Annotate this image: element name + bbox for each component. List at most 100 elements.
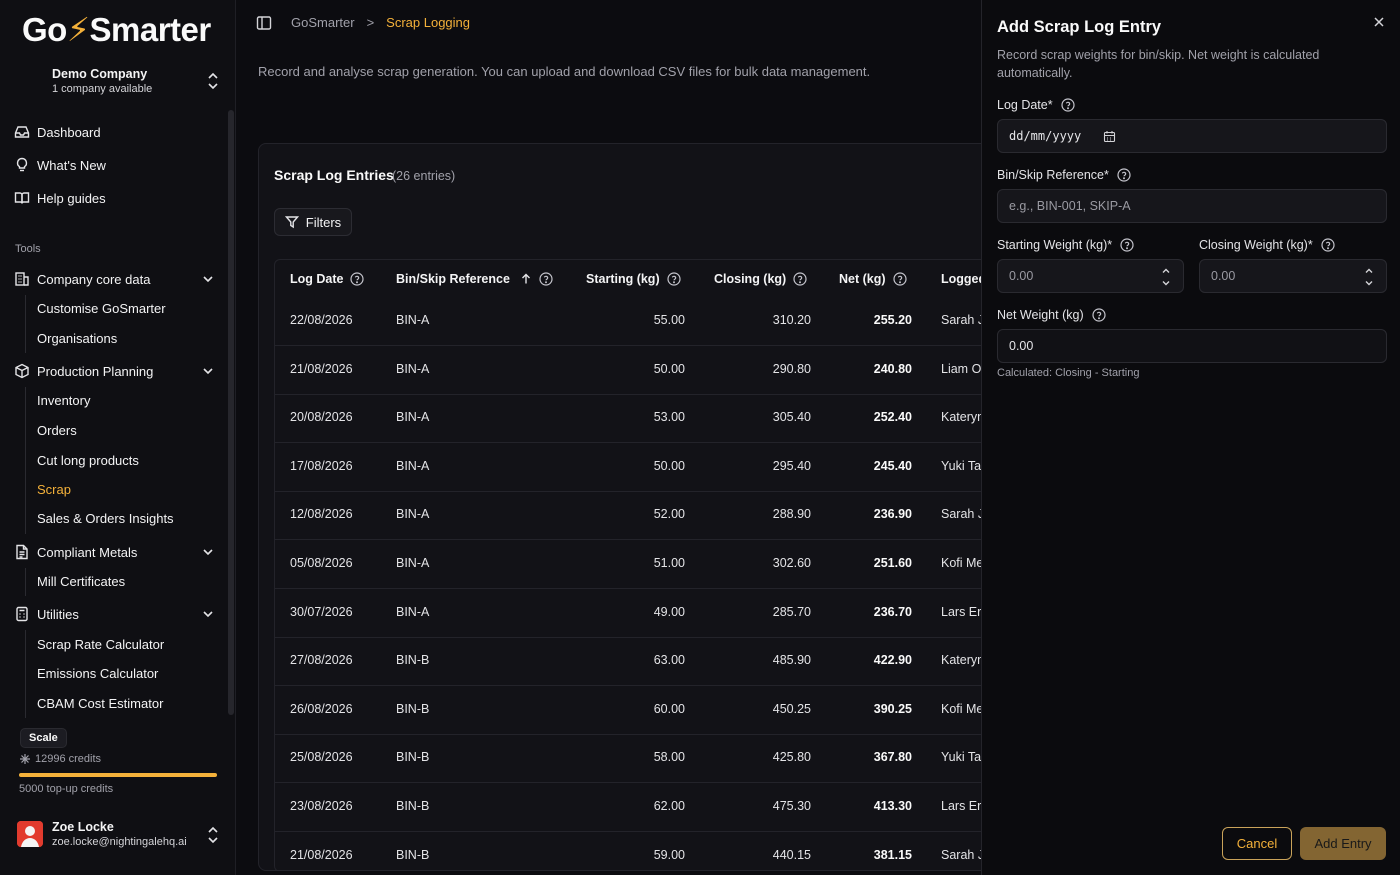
help-circle-icon[interactable] bbox=[539, 272, 553, 286]
column-header-closing[interactable]: Closing (kg) bbox=[714, 269, 807, 289]
cell-log-date: 22/08/2026 bbox=[290, 313, 353, 327]
close-icon[interactable] bbox=[1372, 15, 1386, 29]
table-row[interactable]: 22/08/2026 BIN-A 55.00 310.20 255.20 Sarah J bbox=[275, 297, 1017, 346]
table-row[interactable]: 20/08/2026 BIN-A 53.00 305.40 252.40 Kateryn bbox=[275, 394, 1017, 444]
add-entry-button[interactable]: Add Entry bbox=[1300, 827, 1386, 860]
nav-dashboard[interactable]: Dashboard bbox=[14, 118, 219, 146]
sidebar-toggle-icon[interactable] bbox=[256, 15, 272, 31]
nav-sales-orders-insights[interactable]: Sales & Orders Insights bbox=[37, 505, 174, 531]
nav-help-guides[interactable]: Help guides bbox=[14, 184, 219, 212]
nav-group-utilities[interactable]: Utilities bbox=[14, 600, 219, 628]
bin-ref-input[interactable]: e.g., BIN-001, SKIP-A bbox=[997, 189, 1387, 223]
add-scrap-log-panel: Add Scrap Log Entry Record scrap weights… bbox=[981, 0, 1400, 875]
cell-net: 252.40 bbox=[873, 410, 912, 425]
nav-cbam-cost-estimator[interactable]: CBAM Cost Estimator bbox=[37, 690, 163, 716]
nav-group-company-core-data[interactable]: Company core data bbox=[14, 265, 219, 293]
help-circle-icon[interactable] bbox=[1092, 308, 1106, 322]
cell-log-date: 20/08/2026 bbox=[290, 410, 353, 425]
table-row[interactable]: 25/08/2026 BIN-B 58.00 425.80 367.80 Yuki Ta bbox=[275, 734, 1017, 784]
table-row[interactable]: 21/08/2026 BIN-A 50.00 290.80 240.80 Liam O bbox=[275, 346, 1017, 395]
table-row[interactable]: 12/08/2026 BIN-A 52.00 288.90 236.90 Sarah J bbox=[275, 491, 1017, 541]
gosmarter-logo[interactable]: Go⚡Smarter bbox=[22, 10, 211, 49]
table-row[interactable]: 17/08/2026 BIN-A 50.00 295.40 245.40 Yuki Ta bbox=[275, 443, 1017, 492]
sidebar-scrollbar[interactable] bbox=[228, 110, 234, 715]
cell-starting: 51.00 bbox=[653, 556, 685, 570]
chevron-down-icon bbox=[203, 276, 213, 283]
column-header-log-date[interactable]: Log Date bbox=[290, 269, 365, 289]
table-row[interactable]: 21/08/2026 BIN-B 59.00 440.15 381.15 Sarah J bbox=[275, 832, 1017, 870]
cancel-button[interactable]: Cancel bbox=[1222, 827, 1292, 860]
cell-logged-by: Lars Er bbox=[941, 604, 982, 619]
nav-cut-long-products[interactable]: Cut long products bbox=[37, 447, 139, 473]
arrow-up-icon bbox=[521, 273, 530, 284]
help-circle-icon[interactable] bbox=[1061, 98, 1075, 112]
cell-logged-by: Liam O bbox=[941, 361, 982, 376]
cell-closing: 310.20 bbox=[772, 313, 811, 327]
nav-group-production-planning[interactable]: Production Planning bbox=[14, 357, 219, 385]
cell-log-date: 23/08/2026 bbox=[290, 799, 353, 813]
table-row[interactable]: 26/08/2026 BIN-B 60.00 450.25 390.25 Kofi Me bbox=[275, 686, 1017, 735]
column-header-net[interactable]: Net (kg) bbox=[839, 269, 907, 289]
closing-weight-stepper[interactable] bbox=[1360, 265, 1378, 289]
help-circle-icon[interactable] bbox=[350, 272, 365, 286]
chevron-up-icon[interactable] bbox=[1157, 265, 1175, 277]
chevron-down-icon bbox=[203, 368, 213, 375]
help-circle-icon[interactable] bbox=[892, 272, 907, 286]
table-row[interactable]: 23/08/2026 BIN-B 62.00 475.30 413.30 Lars Er bbox=[275, 783, 1017, 832]
page-description: Record and analyse scrap generation. You… bbox=[258, 64, 871, 79]
nav-scrap-rate-calculator[interactable]: Scrap Rate Calculator bbox=[37, 631, 164, 657]
help-circle-icon[interactable] bbox=[793, 272, 807, 286]
column-header-bin-skip-reference[interactable]: Bin/Skip Reference bbox=[396, 269, 553, 289]
breadcrumb-root[interactable]: GoSmarter bbox=[291, 15, 355, 30]
nav-customise-gosmarter[interactable]: Customise GoSmarter bbox=[37, 295, 166, 321]
avatar bbox=[17, 821, 43, 847]
chevron-down-icon[interactable] bbox=[1157, 277, 1175, 289]
cell-closing: 485.90 bbox=[772, 653, 811, 668]
cell-logged-by: Lars Er bbox=[941, 799, 982, 813]
user-menu[interactable]: Zoe Locke zoe.locke@nightingalehq.ai bbox=[14, 816, 224, 856]
cell-closing: 288.90 bbox=[772, 507, 811, 522]
cell-closing: 450.25 bbox=[772, 701, 811, 716]
cell-log-date: 12/08/2026 bbox=[290, 507, 353, 522]
calendar-icon[interactable] bbox=[1103, 130, 1116, 143]
nav-mill-certificates[interactable]: Mill Certificates bbox=[37, 568, 125, 594]
nav-whats-new[interactable]: What's New bbox=[14, 151, 219, 179]
filters-button[interactable]: Filters bbox=[274, 208, 352, 236]
starting-weight-stepper[interactable] bbox=[1157, 265, 1175, 289]
starting-weight-input[interactable]: 0.00 bbox=[997, 259, 1184, 293]
help-circle-icon[interactable] bbox=[1321, 238, 1335, 252]
chevron-down-icon[interactable] bbox=[1360, 277, 1378, 289]
nav-organisations[interactable]: Organisations bbox=[37, 325, 117, 351]
help-circle-icon[interactable] bbox=[1117, 168, 1131, 182]
section-label-tools: Tools bbox=[15, 243, 41, 255]
closing-weight-input[interactable]: 0.00 bbox=[1199, 259, 1387, 293]
cell-bin-ref: BIN-A bbox=[396, 410, 430, 425]
log-date-input[interactable]: dd/mm/yyyy bbox=[997, 119, 1387, 153]
cell-net: 422.90 bbox=[873, 653, 912, 668]
cell-closing: 295.40 bbox=[772, 458, 811, 473]
nav-inventory[interactable]: Inventory bbox=[37, 387, 90, 413]
cell-closing: 285.70 bbox=[772, 604, 811, 619]
cell-net: 240.80 bbox=[873, 361, 912, 376]
cell-starting: 52.00 bbox=[653, 507, 685, 522]
nav-group-compliant-metals[interactable]: Compliant Metals bbox=[14, 538, 219, 566]
nav-scrap[interactable]: Scrap bbox=[37, 476, 71, 502]
column-header-starting[interactable]: Starting (kg) bbox=[586, 269, 681, 289]
table-row[interactable]: 05/08/2026 BIN-A 51.00 302.60 251.60 Kofi Me bbox=[275, 540, 1017, 589]
nav-emissions-calculator[interactable]: Emissions Calculator bbox=[37, 660, 158, 686]
panel-description: Record scrap weights for bin/skip. Net w… bbox=[997, 48, 1320, 80]
company-switcher[interactable]: Demo Company 1 company available bbox=[14, 62, 224, 102]
cell-log-date: 21/08/2026 bbox=[290, 361, 353, 376]
cell-starting: 63.00 bbox=[653, 653, 685, 668]
cell-bin-ref: BIN-B bbox=[396, 750, 430, 765]
table-row[interactable]: 30/07/2026 BIN-A 49.00 285.70 236.70 Lars Er bbox=[275, 589, 1017, 638]
nav-orders[interactable]: Orders bbox=[37, 417, 77, 443]
column-header-logged-by[interactable]: Logged bbox=[941, 269, 986, 289]
help-circle-icon[interactable] bbox=[1120, 238, 1134, 252]
table-row[interactable]: 27/08/2026 BIN-B 63.00 485.90 422.90 Kateryn bbox=[275, 637, 1017, 687]
chevron-up-icon[interactable] bbox=[1360, 265, 1378, 277]
credits-progress-bar bbox=[19, 773, 217, 777]
scrap-log-table: Log Date Bin/Skip Reference Starting (kg… bbox=[274, 259, 1017, 870]
help-circle-icon[interactable] bbox=[667, 272, 681, 286]
cell-bin-ref: BIN-B bbox=[396, 847, 430, 862]
